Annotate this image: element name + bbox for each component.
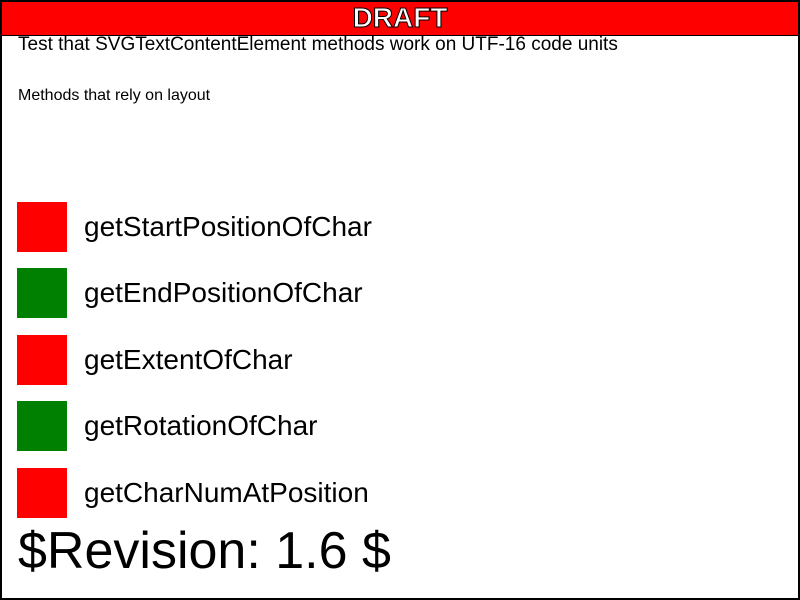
draft-label: DRAFT — [352, 2, 448, 34]
result-label: getEndPositionOfChar — [84, 277, 363, 308]
result-label: getStartPositionOfChar — [84, 211, 372, 242]
draft-banner: DRAFT — [2, 2, 798, 36]
result-row-get-start-position-of-char: getStartPositionOfChar — [17, 202, 517, 252]
status-indicator — [17, 335, 67, 385]
result-row-get-char-num-at-position: getCharNumAtPosition — [17, 468, 517, 518]
status-indicator — [17, 401, 67, 451]
status-indicator — [17, 268, 67, 318]
status-indicator — [17, 468, 67, 518]
test-frame: DRAFT Test that SVGTextContentElement me… — [0, 0, 800, 600]
result-row-get-rotation-of-char: getRotationOfChar — [17, 401, 517, 451]
result-row-get-end-position-of-char: getEndPositionOfChar — [17, 268, 517, 318]
test-description: Test that SVGTextContentElement methods … — [18, 34, 618, 55]
result-label: getCharNumAtPosition — [84, 477, 369, 508]
revision-label: $Revision: 1.6 $ — [18, 522, 391, 580]
section-subheading: Methods that rely on layout — [18, 87, 211, 104]
result-label: getRotationOfChar — [84, 410, 318, 441]
result-label: getExtentOfChar — [84, 344, 293, 375]
status-indicator — [17, 202, 67, 252]
result-row-get-extent-of-char: getExtentOfChar — [17, 335, 517, 385]
